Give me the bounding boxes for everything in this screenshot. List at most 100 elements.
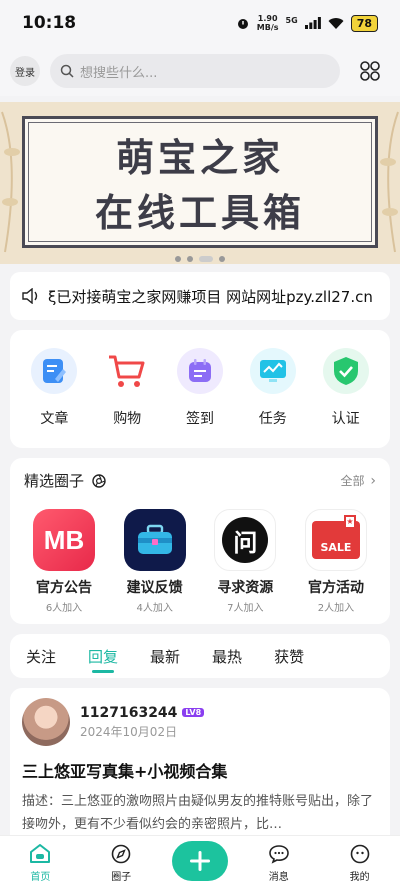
shield-check-icon <box>322 348 369 394</box>
banner-carousel[interactable]: 萌宝之家 在线工具箱 <box>0 102 400 264</box>
sale-icon: ★ SALE <box>304 509 367 571</box>
quick-link-task[interactable]: 任务 <box>236 348 309 448</box>
nav-circles[interactable]: 圈子 <box>91 844 151 883</box>
quick-link-shopping[interactable]: 购物 <box>91 348 164 448</box>
circle-name: 寻求资源 <box>217 580 274 596</box>
circle-item-feedback[interactable]: 建议反馈 4人加入 <box>115 509 195 614</box>
announcement-bar[interactable]: ξ已对接萌宝之家网赚项目 网站网址pzy.zll27.cn <box>10 272 390 320</box>
compass-icon <box>111 844 131 864</box>
post-title: 三上悠亚写真集+小视频合集 <box>22 762 228 781</box>
question-logo-circle: 问 <box>222 517 269 563</box>
circles-title: 精选圈子 <box>24 470 106 491</box>
circle-item-events[interactable]: ★ SALE 官方活动 2人加入 <box>296 509 376 614</box>
nav-mine-label: 我的 <box>349 872 370 883</box>
banner-title-line2: 在线工具箱 <box>94 190 305 235</box>
create-post-button[interactable] <box>171 841 228 881</box>
quick-link-label: 任务 <box>258 411 287 427</box>
banner-title-line1: 萌宝之家 <box>115 135 284 180</box>
avatar[interactable] <box>22 698 70 746</box>
circle-name: 建议反馈 <box>126 580 183 596</box>
quick-link-checkin[interactable]: 签到 <box>164 348 237 448</box>
monitor-chart-icon <box>249 348 296 394</box>
speaker-icon <box>22 288 38 304</box>
circles-header: 精选圈子 全部 › <box>24 470 376 491</box>
carousel-dot <box>187 256 193 262</box>
alarm-icon <box>237 19 248 29</box>
featured-circles: 精选圈子 全部 › MB 官方公告 6人加入 建议反馈 4人加入 问 寻求资源 … <box>10 458 390 624</box>
mb-logo-icon: MB <box>33 509 95 571</box>
clock: 10:18 <box>22 13 77 33</box>
home-icon <box>30 844 51 863</box>
tab-hottest[interactable]: 最热 <box>212 646 242 667</box>
star-icon: ★ <box>343 515 356 529</box>
plus-icon <box>189 851 210 871</box>
view-all-label: 全部 <box>340 474 365 488</box>
circle-item-resources[interactable]: 问 寻求资源 7人加入 <box>205 509 285 614</box>
quick-link-label: 文章 <box>40 411 69 427</box>
carousel-dot-active <box>199 256 213 262</box>
net-speed-unit: MB/s <box>256 23 279 32</box>
status-bar: 10:18 1.90 MB/s 5G 78 <box>0 0 400 46</box>
feed-tabs: 关注 回复 最新 最热 获赞 <box>10 634 390 678</box>
circles-title-text: 精选圈子 <box>24 472 85 490</box>
nav-messages[interactable]: 消息 <box>249 844 309 883</box>
article-icon <box>31 348 78 394</box>
banner-frame: 萌宝之家 在线工具箱 <box>22 116 378 248</box>
quick-link-label: 购物 <box>113 411 142 427</box>
search-input[interactable]: 想搜些什么... <box>50 54 340 88</box>
circle-member-count: 2人加入 <box>317 603 355 614</box>
circle-name: 官方公告 <box>36 580 92 596</box>
net-speed-value: 1.90 <box>257 14 278 23</box>
nav-circles-label: 圈子 <box>111 872 132 883</box>
carousel-dot <box>175 256 181 262</box>
nav-home-label: 首页 <box>30 872 51 883</box>
chevron-right-icon: › <box>370 473 376 489</box>
quick-link-label: 签到 <box>185 411 214 427</box>
battery-level: 78 <box>350 14 378 32</box>
login-button[interactable]: 登录 <box>10 56 40 86</box>
tab-reply[interactable]: 回复 <box>88 646 118 673</box>
status-icons: 1.90 MB/s 5G 78 <box>236 14 378 32</box>
tab-latest[interactable]: 最新 <box>150 646 180 667</box>
search-icon <box>60 64 74 78</box>
nav-mine[interactable]: 我的 <box>330 844 390 883</box>
nav-home[interactable]: 首页 <box>10 844 70 883</box>
post-date: 2024年10月02日 <box>80 724 178 739</box>
author-info: 1127163244 LV8 2024年10月02日 <box>80 705 205 740</box>
circle-logo-text: MB <box>43 524 85 555</box>
nav-messages-label: 消息 <box>268 872 289 883</box>
author-name-row: 1127163244 LV8 <box>80 705 205 721</box>
circle-item-announcement[interactable]: MB 官方公告 6人加入 <box>24 509 104 614</box>
tab-liked[interactable]: 获赞 <box>274 646 304 667</box>
post-card[interactable]: 1127163244 LV8 2024年10月02日 三上悠亚写真集+小视频合集… <box>10 688 390 848</box>
top-bar: 登录 想搜些什么... <box>0 46 400 96</box>
circle-logo-text: SALE <box>320 541 352 554</box>
grid-icon <box>360 61 380 81</box>
tab-follow[interactable]: 关注 <box>26 646 56 667</box>
carousel-dot <box>219 256 225 262</box>
circle-member-count: 6人加入 <box>45 603 83 614</box>
circle-logo-text: 问 <box>233 528 258 557</box>
question-logo-icon: 问 <box>214 509 277 571</box>
shopping-cart-icon <box>104 348 150 394</box>
quick-link-verify[interactable]: 认证 <box>309 348 382 448</box>
circle-member-count: 4人加入 <box>136 603 173 614</box>
level-badge: LV8 <box>182 708 205 717</box>
quick-link-article[interactable]: 文章 <box>18 348 91 448</box>
briefcase-icon <box>123 509 186 571</box>
carousel-indicator <box>0 256 400 262</box>
search-placeholder: 想搜些什么... <box>80 65 158 81</box>
circles-list: MB 官方公告 6人加入 建议反馈 4人加入 问 寻求资源 7人加入 ★ SAL… <box>24 509 376 614</box>
circles-view-all[interactable]: 全部 › <box>341 472 376 489</box>
quick-links: 文章 购物 签到 任务 认证 <box>10 330 390 448</box>
sale-tag: ★ SALE <box>311 515 360 559</box>
signal-icon <box>304 17 321 29</box>
wifi-icon <box>328 18 344 29</box>
announcement-text: ξ已对接萌宝之家网赚项目 网站网址pzy.zll27.cn <box>48 287 373 306</box>
face-icon <box>350 844 369 864</box>
circle-member-count: 7人加入 <box>227 603 264 614</box>
grid-menu-button[interactable] <box>350 54 390 88</box>
quick-link-label: 认证 <box>331 411 360 427</box>
post-description: 描述：三上悠亚的激吻照片由疑似男友的推特账号贴出，除了接吻外，更有不少看似约会的… <box>22 794 374 832</box>
net-speed: 1.90 MB/s <box>257 14 279 32</box>
